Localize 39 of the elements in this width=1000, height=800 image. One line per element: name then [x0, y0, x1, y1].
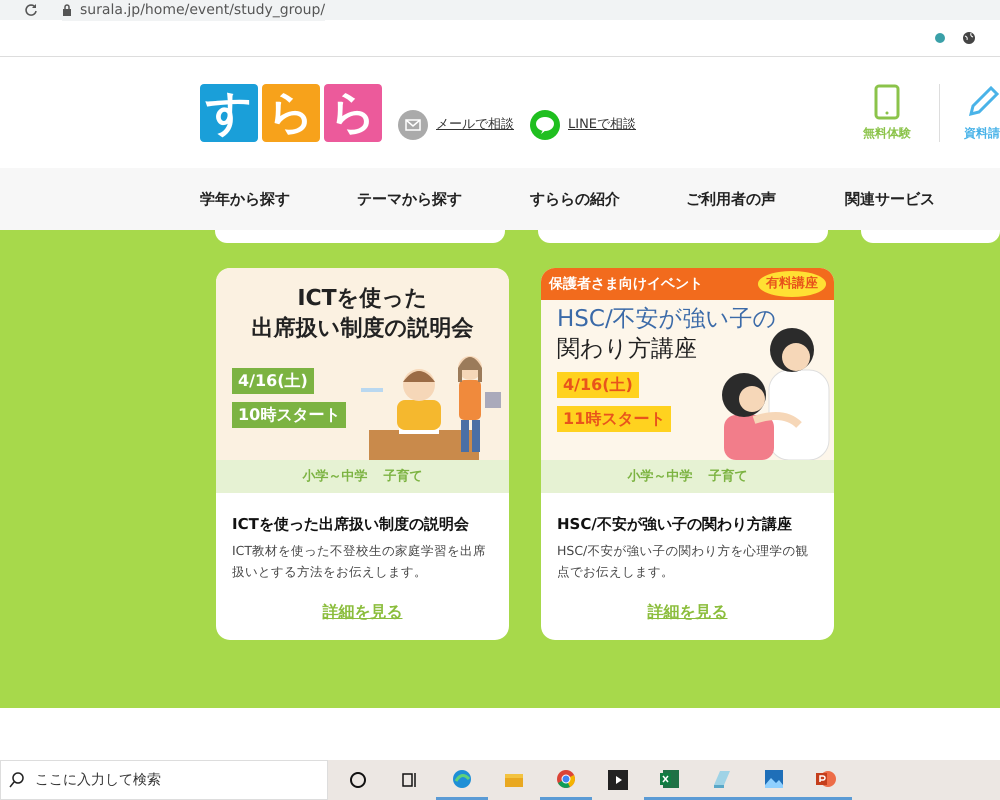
event-title: HSC/不安が強い子の関わり方講座	[557, 514, 793, 535]
presentation-icon[interactable]	[816, 768, 836, 788]
banner-title: 関わり方講座	[557, 335, 698, 364]
banner-title: HSC/不安が強い子の	[557, 305, 778, 334]
contact-link[interactable]: LINEで相談	[568, 114, 636, 134]
globe-icon[interactable]	[962, 31, 976, 45]
nav-link[interactable]: ご利用者の声	[686, 188, 845, 210]
logo-letter: ら	[324, 84, 382, 142]
spreadsheet-icon[interactable]	[660, 768, 680, 788]
paid-course-label: 有料講座	[758, 271, 826, 297]
media-icon[interactable]	[608, 770, 628, 790]
date-label: 4/16(土)	[557, 372, 639, 398]
search-field[interactable]: ここに入力して検索	[33, 768, 313, 792]
circle-icon[interactable]	[348, 770, 368, 790]
event-description: HSC/不安が強い子の関わり方を心理学の観点でお伝えします。	[557, 542, 810, 580]
mail-icon	[398, 110, 428, 140]
start-time-label: 11時スタート	[557, 406, 672, 432]
browser-icon[interactable]	[452, 768, 472, 788]
start-time-label: 10時スタート	[232, 402, 346, 428]
lock-icon	[62, 4, 72, 16]
event-description: ICT教材を使った不登校生の家庭学習を出席扱いとする方法をお伝えします。	[232, 542, 488, 580]
nav-link[interactable]: テーマから探す	[357, 188, 530, 210]
reload-icon[interactable]	[24, 3, 38, 17]
chat-bubble-icon	[530, 110, 560, 140]
banner-title: ICTを使った	[296, 285, 429, 313]
logo-letter: ら	[262, 84, 320, 142]
date-label: 4/16(土)	[232, 368, 314, 394]
search-icon	[9, 772, 25, 788]
nav-link[interactable]: すららの紹介	[530, 188, 686, 210]
search-box[interactable]: ここに入力して検索	[0, 760, 328, 800]
contact-link[interactable]: メールで相談	[436, 114, 514, 134]
nav-link[interactable]: 関連サービス	[845, 188, 985, 210]
ribbon-text: 保護者さま向けイベント	[549, 274, 703, 294]
logo-letter: す	[200, 84, 258, 142]
picture-icon[interactable]	[764, 768, 784, 788]
banner-title: 出席扱い制度の説明会	[250, 314, 474, 343]
event-title: ICTを使った出席扱い制度の説明会	[232, 514, 470, 535]
browser-icon[interactable]	[556, 768, 576, 788]
nav-link[interactable]: 学年から探す	[200, 188, 357, 210]
